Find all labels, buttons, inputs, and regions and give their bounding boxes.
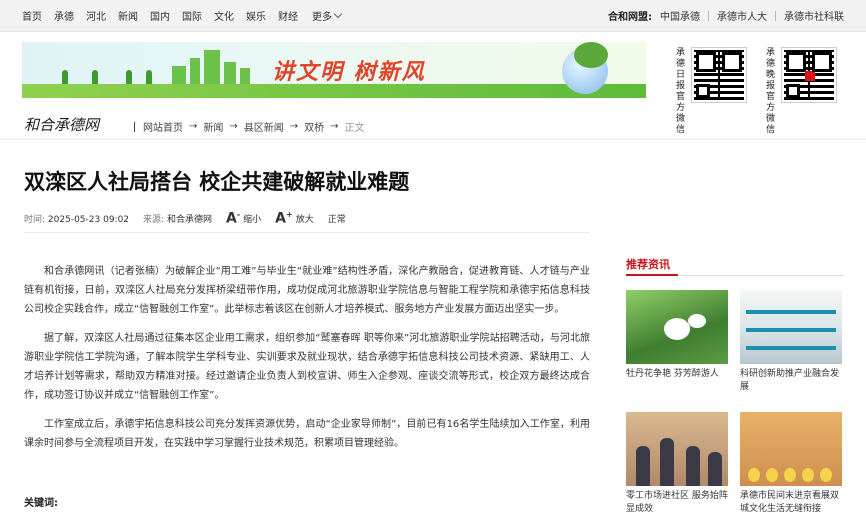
building-shape [204,50,220,84]
recommend-caption[interactable]: 科研创新助推产业融合发展 [740,368,842,394]
breadcrumb-separator: → [289,121,299,132]
building-shape [172,66,186,84]
normal-font-button[interactable]: 正常 [328,212,346,225]
breadcrumb-county-news[interactable]: 县区新闻 [244,119,284,134]
divider [134,121,135,132]
source-label: 来源: [143,214,165,225]
building-shape [224,62,236,84]
breadcrumb-separator: → [229,121,238,132]
divider [708,10,709,21]
article-meta: 时间: 2025-05-23 09:02 来源: 和合承德网 A- 缩小 A+ … [24,210,346,227]
recommend-card[interactable]: 科研创新助推产业融合发展 [740,290,842,394]
more-menu[interactable]: 更多 [312,8,343,23]
article-body: 和合承德网讯（记者张楠）为破解企业“用工难”与毕业生“就业难”结构性矛盾，深化产… [24,262,590,463]
source-value: 和合承德网 [166,214,212,225]
partners-label: 合和网盟: [608,12,652,23]
breadcrumb-current: 正文 [344,123,365,134]
recommend-thumbnail[interactable] [626,290,728,364]
site-logo[interactable]: 和合承德网 [24,114,99,135]
banner-row: 讲文明 树新风 承德日报官方微信 承德晚报官方微信 [0,42,866,135]
recommend-card[interactable]: 承德市民间末进京看展双城文化生活无缝衔接 [740,412,842,516]
recommend-thumbnail[interactable] [626,412,728,486]
partner-link-china-chengde[interactable]: 中国承德 [660,8,700,23]
font-enlarge-icon: A+ [275,210,293,227]
shrink-label: 缩小 [243,214,262,225]
article-title: 双滦区人社局搭台 校企共建破解就业难题 [24,170,410,194]
recommend-caption[interactable]: 承德市民间末进京看展双城文化生活无缝衔接 [740,490,842,516]
nav-link-home[interactable]: 首页 [22,8,42,23]
site-header: 和合承德网 网站首页 → 新闻 → 县区新闻 → 双桥 → 正文 [0,112,866,140]
qr-code-icon [691,47,747,103]
recommend-thumbnail[interactable] [740,290,842,364]
divider [626,274,844,276]
nav-link-finance[interactable]: 财经 [278,8,298,23]
nav-link-culture[interactable]: 文化 [214,8,234,23]
enlarge-font-button[interactable]: A+ 放大 [275,210,314,227]
grass-strip [22,84,646,98]
time-value: 2025-05-23 09:02 [47,214,130,225]
divider [24,232,590,233]
recommend-caption[interactable]: 牡丹花争艳 芬芳醉游人 [626,368,728,381]
building-shape [240,68,250,84]
slogan-banner[interactable]: 讲文明 树新风 [22,42,646,98]
recommend-thumbnail[interactable] [740,412,842,486]
nav-link-news[interactable]: 新闻 [118,8,138,23]
partner-link-chengde-social-science[interactable]: 承德市社科联 [784,8,844,23]
enlarge-label: 放大 [295,214,314,225]
breadcrumb-separator: → [189,121,198,132]
nav-link-entertainment[interactable]: 娱乐 [246,8,266,23]
article-paragraph: 据了解，双滦区人社局通过征集本区企业用工需求，组织参加“鹫塞春晖 职等你来”河北… [24,333,590,401]
nav-link-domestic[interactable]: 国内 [150,8,170,23]
publish-time: 时间: 2025-05-23 09:02 [24,212,129,225]
tree-illustration [574,42,608,68]
nav-link-hebei[interactable]: 河北 [86,8,106,23]
breadcrumb-shuangqiao[interactable]: 双桥 [304,119,324,134]
more-label: 更多 [312,12,332,23]
article-paragraph: 和合承德网讯（记者张楠）为破解企业“用工难”与毕业生“就业难”结构性矛盾，深化产… [24,266,590,315]
article-paragraph: 工作室成立后，承德宇拓信息科技公司充分发挥资源优势，启动“企业家导师制”，目前已… [24,419,590,449]
banner-slogan: 讲文明 树新风 [272,60,426,85]
qr-code-icon [781,47,837,103]
partner-links: 合和网盟: 中国承德 承德市人大 承德市社科联 [608,8,844,23]
recommend-caption[interactable]: 零工市场进社区 服务始阵显成效 [626,490,728,516]
article-source: 来源: 和合承德网 [143,212,212,225]
top-nav: 首页 承德 河北 新闻 国内 国际 文化 娱乐 财经 更多 合和网盟: 中国承德… [0,0,866,32]
partner-link-chengde-npc[interactable]: 承德市人大 [717,8,767,23]
recommend-heading: 推荐资讯 [626,258,670,271]
time-label: 时间: [24,214,46,225]
recommend-card[interactable]: 牡丹花争艳 芬芳醉游人 [626,290,728,381]
shrink-font-button[interactable]: A- 缩小 [226,210,261,227]
breadcrumb-news[interactable]: 新闻 [203,119,223,134]
recommend-card[interactable]: 零工市场进社区 服务始阵显成效 [626,412,728,516]
breadcrumb: 网站首页 → 新闻 → 县区新闻 → 双桥 → 正文 [134,119,365,134]
chevron-down-icon [333,9,343,19]
building-shape [190,58,200,84]
divider [775,10,776,21]
nav-link-chengde[interactable]: 承德 [54,8,74,23]
keywords-label: 关键词: [24,498,58,509]
breadcrumb-separator: → [330,121,339,132]
nav-link-international[interactable]: 国际 [182,8,202,23]
breadcrumb-home[interactable]: 网站首页 [143,119,183,134]
font-shrink-icon: A- [225,210,241,227]
nav-links: 首页 承德 河北 新闻 国内 国际 文化 娱乐 财经 [22,8,298,23]
